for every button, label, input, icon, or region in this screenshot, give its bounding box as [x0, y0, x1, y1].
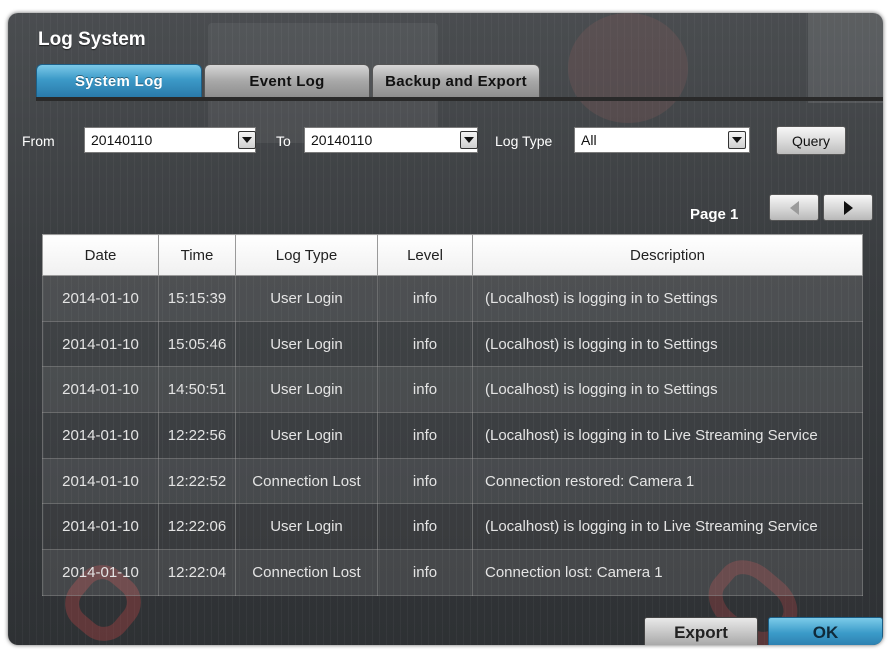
- cell-date: 2014-01-10: [42, 366, 159, 414]
- page-indicator: Page 1: [690, 206, 739, 223]
- cell-date: 2014-01-10: [42, 457, 159, 505]
- next-page-button[interactable]: [823, 194, 873, 221]
- tab-divider: [36, 97, 883, 101]
- table-row[interactable]: 2014-01-10 12:22:52 Connection Lost info…: [42, 457, 863, 505]
- cell-log-type: User Login: [235, 275, 378, 322]
- cell-level: info: [377, 503, 473, 551]
- to-date-field[interactable]: 20140110: [304, 127, 478, 153]
- query-button[interactable]: Query: [776, 126, 846, 155]
- from-date-field[interactable]: 20140110: [84, 127, 256, 153]
- cell-description: (Localhost) is logging in to Live Stream…: [472, 412, 863, 459]
- table-row[interactable]: 2014-01-10 12:22:56 User Login info (Loc…: [42, 412, 863, 459]
- cell-level: info: [377, 549, 473, 596]
- cell-date: 2014-01-10: [42, 320, 159, 368]
- cell-time: 12:22:52: [158, 457, 236, 505]
- log-type-label: Log Type: [495, 133, 553, 149]
- cell-level: info: [377, 320, 473, 368]
- table-row[interactable]: 2014-01-10 14:50:51 User Login info (Loc…: [42, 366, 863, 414]
- column-header-date[interactable]: Date: [42, 234, 159, 276]
- window-title: Log System: [38, 29, 146, 50]
- column-header-time[interactable]: Time: [158, 234, 236, 276]
- cell-description: (Localhost) is logging in to Settings: [472, 320, 863, 368]
- log-table: Date Time Log Type Level Description 201…: [42, 234, 863, 596]
- cell-log-type: User Login: [235, 366, 378, 414]
- chevron-down-icon: [732, 137, 742, 143]
- cell-time: 12:22:06: [158, 503, 236, 551]
- cell-level: info: [377, 457, 473, 505]
- column-header-level[interactable]: Level: [377, 234, 473, 276]
- cell-log-type: User Login: [235, 503, 378, 551]
- table-header-row: Date Time Log Type Level Description: [42, 234, 863, 276]
- to-label: To: [276, 133, 291, 149]
- cell-time: 15:15:39: [158, 275, 236, 322]
- table-row[interactable]: 2014-01-10 12:22:06 User Login info (Loc…: [42, 503, 863, 551]
- ok-button[interactable]: OK: [768, 617, 883, 645]
- cell-description: Connection lost: Camera 1: [472, 549, 863, 596]
- to-dropdown-button[interactable]: [460, 131, 478, 149]
- cell-time: 12:22:56: [158, 412, 236, 459]
- cell-description: (Localhost) is logging in to Settings: [472, 275, 863, 322]
- cell-time: 15:05:46: [158, 320, 236, 368]
- chevron-down-icon: [464, 137, 474, 143]
- log-type-select[interactable]: All: [574, 127, 750, 153]
- tab-backup-export[interactable]: Backup and Export: [372, 64, 540, 98]
- background-decoration: [808, 13, 883, 103]
- cell-date: 2014-01-10: [42, 412, 159, 459]
- tab-event-log[interactable]: Event Log: [204, 64, 370, 98]
- table-row[interactable]: 2014-01-10 15:05:46 User Login info (Loc…: [42, 320, 863, 368]
- cell-log-type: Connection Lost: [235, 549, 378, 596]
- cell-date: 2014-01-10: [42, 275, 159, 322]
- table-row[interactable]: 2014-01-10 12:22:04 Connection Lost info…: [42, 549, 863, 596]
- cell-description: (Localhost) is logging in to Live Stream…: [472, 503, 863, 551]
- tab-system-log[interactable]: System Log: [36, 64, 202, 98]
- chevron-down-icon: [242, 137, 252, 143]
- cell-level: info: [377, 412, 473, 459]
- cell-level: info: [377, 275, 473, 322]
- from-label: From: [22, 133, 55, 149]
- cell-time: 14:50:51: [158, 366, 236, 414]
- arrow-left-icon: [789, 200, 799, 215]
- log-system-window: Log System System Log Event Log Backup a…: [8, 13, 883, 645]
- cell-log-type: Connection Lost: [235, 457, 378, 505]
- table-row[interactable]: 2014-01-10 15:15:39 User Login info (Loc…: [42, 275, 863, 322]
- cell-log-type: User Login: [235, 412, 378, 459]
- from-dropdown-button[interactable]: [238, 131, 256, 149]
- cell-time: 12:22:04: [158, 549, 236, 596]
- export-button[interactable]: Export: [644, 617, 758, 645]
- arrow-right-icon: [843, 200, 853, 215]
- column-header-description[interactable]: Description: [472, 234, 863, 276]
- cell-description: Connection restored: Camera 1: [472, 457, 863, 505]
- cell-date: 2014-01-10: [42, 503, 159, 551]
- log-type-dropdown-button[interactable]: [728, 131, 746, 149]
- cell-level: info: [377, 366, 473, 414]
- cell-log-type: User Login: [235, 320, 378, 368]
- column-header-log-type[interactable]: Log Type: [235, 234, 378, 276]
- previous-page-button[interactable]: [769, 194, 819, 221]
- cell-date: 2014-01-10: [42, 549, 159, 596]
- background-decoration: [568, 13, 688, 123]
- cell-description: (Localhost) is logging in to Settings: [472, 366, 863, 414]
